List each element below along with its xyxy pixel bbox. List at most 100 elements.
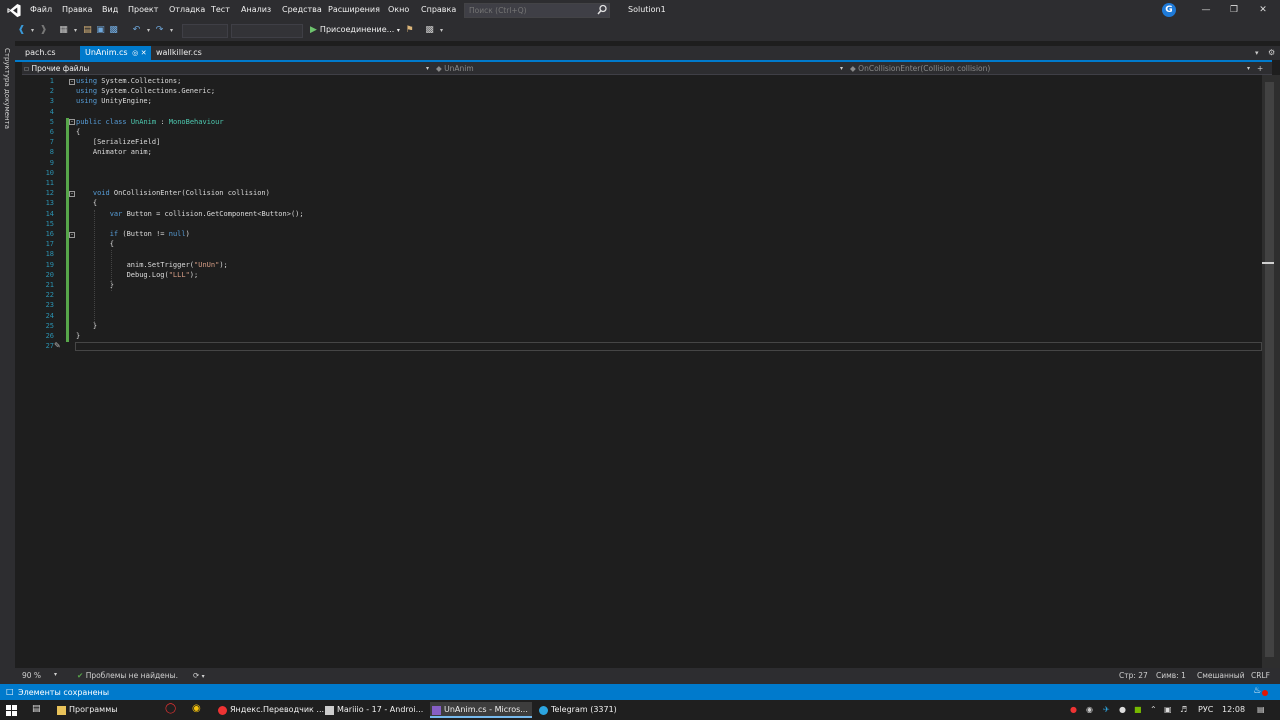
problems-indicator[interactable]: ✔ Проблемы не найдены. (77, 671, 178, 680)
line-number: 2 (49, 87, 54, 96)
code-line[interactable]: } (76, 322, 97, 330)
chevron-down-icon[interactable]: ▾ (840, 63, 843, 74)
code-line[interactable]: using System.Collections; (76, 77, 181, 85)
project-dropdown[interactable]: ▫ Прочие файлы (24, 63, 89, 74)
chevron-down-icon[interactable]: ▾ (27, 25, 38, 36)
forward-icon[interactable]: ❱ (38, 25, 49, 36)
task-view-icon[interactable]: ▤ (32, 704, 41, 714)
menu-test[interactable]: Тест (211, 5, 230, 14)
menu-view[interactable]: Вид (102, 5, 118, 14)
code-line[interactable]: void OnCollisionEnter(Collision collisio… (76, 189, 270, 197)
chevron-down-icon[interactable]: ▾ (70, 25, 81, 36)
code-line[interactable]: using System.Collections.Generic; (76, 87, 215, 95)
visual-studio-logo-icon[interactable] (6, 3, 22, 18)
tabs-mode-indicator[interactable]: Смешанный (1197, 671, 1245, 680)
fold-toggle-icon[interactable]: - (69, 78, 75, 85)
chrome-icon[interactable]: ◉ (192, 703, 201, 714)
taskbar-item-visual-studio[interactable]: UnAnim.cs - Micros... (430, 702, 532, 718)
menu-tools[interactable]: Средства (282, 5, 322, 14)
action-center-icon[interactable]: ▤ (1257, 705, 1265, 714)
layout-icon[interactable]: ▩ (424, 25, 435, 36)
input-language[interactable]: РУС (1198, 705, 1213, 714)
undo-icon[interactable]: ↶ (131, 25, 142, 36)
notifications-bell-icon[interactable]: ♨ (1253, 686, 1261, 696)
tray-app-icon[interactable]: ● (1070, 705, 1077, 714)
clock[interactable]: 12:08 (1222, 705, 1245, 714)
zoom-level[interactable]: 90 % (22, 671, 41, 680)
open-folder-icon[interactable]: ▤ (82, 25, 93, 36)
menu-analyze[interactable]: Анализ (241, 5, 271, 14)
show-hidden-icons-icon[interactable]: ⌃ (1150, 705, 1157, 714)
code-line[interactable]: Animator anim; (76, 148, 152, 156)
menu-help[interactable]: Справка (421, 5, 456, 14)
class-dropdown[interactable]: ◆ UnAnim (436, 63, 474, 74)
chevron-down-icon[interactable]: ▾ (166, 25, 177, 36)
scrollbar-thumb[interactable] (1265, 82, 1274, 657)
taskbar-item-unity[interactable]: Mariiio - 17 - Androi... (323, 702, 423, 718)
platform-select[interactable] (231, 24, 303, 38)
save-all-icon[interactable]: ▩ (108, 25, 119, 36)
member-dropdown[interactable]: ◆ OnCollisionEnter(Collision collision) (850, 63, 990, 74)
fold-toggle-icon[interactable]: - (69, 231, 75, 238)
nvidia-icon[interactable]: ■ (1134, 705, 1142, 714)
restore-button[interactable]: ❐ (1228, 4, 1240, 16)
new-project-icon[interactable]: ▦ (58, 25, 69, 36)
pin-icon[interactable]: ◎ (132, 49, 138, 57)
tray-app-icon[interactable]: ● (1119, 705, 1126, 714)
volume-icon[interactable]: ♬ (1180, 705, 1187, 714)
taskbar-item-programs[interactable]: Программы (55, 702, 155, 718)
network-icon[interactable]: ▣ (1164, 705, 1172, 714)
chevron-down-icon[interactable]: ▾ (54, 671, 57, 678)
chevron-down-icon[interactable]: ▾ (436, 25, 447, 36)
back-icon[interactable]: ❰ (16, 25, 27, 36)
code-line[interactable]: { (76, 128, 80, 136)
code-line[interactable]: [SerializeField] (76, 138, 160, 146)
fold-toggle-icon[interactable]: - (69, 119, 75, 126)
save-icon[interactable]: ▣ (95, 25, 106, 36)
code-line[interactable]: anim.SetTrigger("UnUn"); (76, 261, 228, 269)
taskbar-item-yandex-translator[interactable]: Яндекс.Переводчик ... (216, 702, 324, 718)
configuration-select[interactable] (182, 24, 228, 38)
search-input[interactable] (465, 4, 589, 17)
account-avatar[interactable]: G (1162, 3, 1176, 17)
line-number: 8 (49, 148, 54, 157)
chevron-down-icon[interactable]: ▾ (426, 63, 429, 74)
code-line[interactable]: public class UnAnim : MonoBehaviour (76, 118, 224, 126)
git-actions-icon[interactable]: ⟳ ▾ (193, 671, 205, 680)
document-outline-tab[interactable]: Структура документа (0, 48, 15, 138)
close-icon[interactable]: ✕ (141, 49, 147, 57)
tab-pach[interactable]: pach.cs (20, 46, 80, 60)
toolbox-icon[interactable]: ⚑ (404, 25, 415, 36)
menu-edit[interactable]: Правка (62, 5, 92, 14)
menu-window[interactable]: Окно (388, 5, 409, 14)
code-editor[interactable] (22, 75, 1262, 668)
tab-wallkiller[interactable]: wallkiller.cs (151, 46, 219, 60)
search-icon[interactable] (597, 4, 607, 16)
code-line[interactable]: var Button = collision.GetComponent<Butt… (76, 210, 304, 218)
opera-icon[interactable]: ◯ (165, 703, 176, 714)
tab-list-dropdown-icon[interactable]: ▾ (1255, 49, 1259, 57)
menu-extensions[interactable]: Расширения (328, 5, 380, 14)
attach-button[interactable]: ▶ Присоединение... ▾ (310, 25, 400, 35)
redo-icon[interactable]: ↷ (154, 25, 165, 36)
tray-telegram-icon[interactable]: ✈ (1103, 705, 1110, 714)
chevron-down-icon[interactable]: ▾ (143, 25, 154, 36)
chevron-down-icon[interactable]: ▾ (1247, 63, 1250, 74)
taskbar-item-telegram[interactable]: Telegram (3371) (537, 702, 637, 718)
menu-debug[interactable]: Отладка (169, 5, 205, 14)
settings-gear-icon[interactable]: ⚙ (1268, 48, 1275, 57)
split-window-icon[interactable]: + (1257, 63, 1263, 74)
code-line[interactable]: } (76, 332, 80, 340)
menu-file[interactable]: Файл (30, 5, 52, 14)
windows-start-icon[interactable] (6, 705, 17, 716)
tray-app-icon[interactable]: ◉ (1086, 705, 1093, 714)
fold-toggle-icon[interactable]: - (69, 190, 75, 197)
minimize-button[interactable]: — (1200, 4, 1212, 16)
code-line[interactable]: { (76, 199, 97, 207)
search-box[interactable] (464, 3, 610, 18)
menu-project[interactable]: Проект (128, 5, 158, 14)
close-button[interactable]: ✕ (1257, 4, 1269, 16)
code-line[interactable]: using UnityEngine; (76, 97, 152, 105)
tab-unanim[interactable]: UnAnim.cs ◎ ✕ (80, 46, 151, 60)
line-ending-indicator[interactable]: CRLF (1251, 671, 1270, 680)
